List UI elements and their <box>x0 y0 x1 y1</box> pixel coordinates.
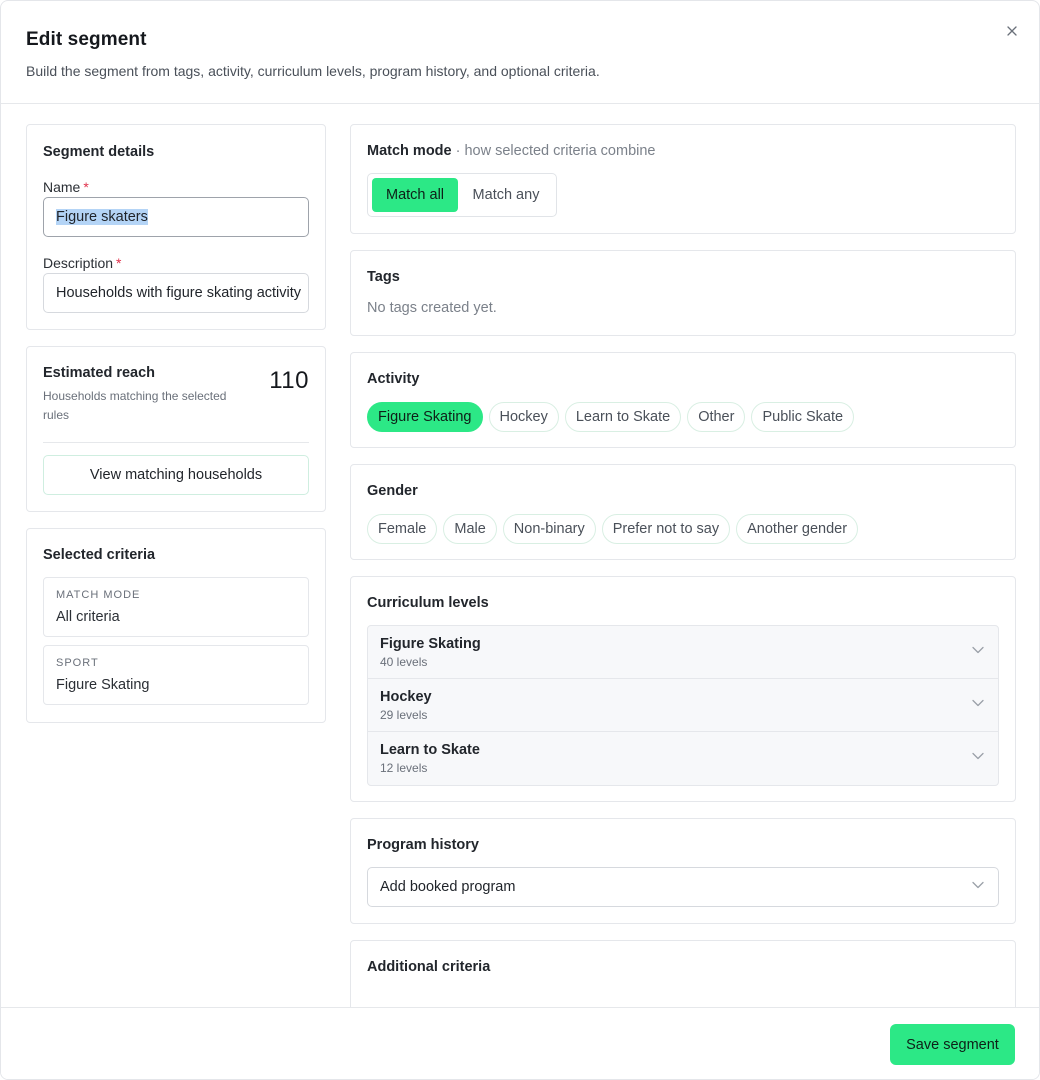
match-mode-hint: · how selected criteria combine <box>455 143 656 159</box>
modal-header: Edit segment Build the segment from tags… <box>1 1 1039 104</box>
view-matching-households-button[interactable]: View matching households <box>43 455 309 495</box>
required-marker: * <box>116 255 122 271</box>
activity-chip-public-skate[interactable]: Public Skate <box>751 402 855 432</box>
program-history-title: Program history <box>367 837 479 853</box>
gender-chips: Female Male Non-binary Prefer not to say… <box>367 514 859 544</box>
curriculum-count: 40 levels <box>380 655 428 669</box>
match-mode-title: Match mode · how selected criteria combi… <box>367 143 656 159</box>
name-input-value: Figure skaters <box>56 209 148 225</box>
criteria-item-match-mode: MATCH MODE All criteria <box>43 577 309 637</box>
gender-chip-non-binary[interactable]: Non-binary <box>502 514 596 544</box>
description-label-text: Description <box>43 255 114 271</box>
match-mode-toggle: Match all Match any <box>367 173 557 217</box>
curriculum-name: Hockey <box>380 689 432 705</box>
selected-criteria-title: Selected criteria <box>43 547 156 563</box>
modal-subtitle: Build the segment from tags, activity, c… <box>26 63 600 79</box>
description-label: Description * <box>43 255 121 271</box>
save-segment-button[interactable]: Save segment <box>890 1024 1015 1065</box>
estimated-reach-value: 110 <box>269 367 309 394</box>
description-input[interactable]: Households with figure skating activity <box>43 273 309 313</box>
criteria-value: Figure Skating <box>56 677 150 693</box>
curriculum-row-learn-to-skate[interactable]: Learn to Skate 12 levels <box>368 732 998 785</box>
match-mode-label: Match mode <box>367 143 452 159</box>
segment-details-title: Segment details <box>43 144 155 160</box>
gender-card: Gender Female Male Non-binary Prefer not… <box>350 464 1016 560</box>
curriculum-name: Learn to Skate <box>380 742 480 758</box>
estimated-reach-card: Estimated reach 110 Households matching … <box>26 346 326 512</box>
gender-chip-female[interactable]: Female <box>367 514 438 544</box>
curriculum-count: 12 levels <box>380 761 428 775</box>
description-input-value: Households with figure skating activity <box>56 285 302 301</box>
gender-chip-male[interactable]: Male <box>443 514 497 544</box>
name-input[interactable]: Figure skaters <box>43 197 309 237</box>
close-icon <box>1007 26 1017 36</box>
curriculum-levels-title: Curriculum levels <box>367 595 489 611</box>
chevron-down-icon <box>972 881 984 889</box>
tags-card: Tags No tags created yet. <box>350 250 1016 336</box>
curriculum-levels-card: Curriculum levels Figure Skating 40 leve… <box>350 576 1016 802</box>
criteria-item-sport: SPORT Figure Skating <box>43 645 309 705</box>
modal-footer: Save segment <box>1 1007 1039 1079</box>
name-label-text: Name <box>43 179 81 195</box>
activity-chip-figure-skating[interactable]: Figure Skating <box>367 402 483 432</box>
activity-chip-learn-to-skate[interactable]: Learn to Skate <box>564 402 682 432</box>
program-history-card: Program history Add booked program <box>350 818 1016 924</box>
criteria-key: SPORT <box>56 657 99 669</box>
curriculum-count: 29 levels <box>380 708 428 722</box>
tags-title: Tags <box>367 269 400 285</box>
estimated-reach-title: Estimated reach <box>43 365 156 381</box>
curriculum-row-figure-skating[interactable]: Figure Skating 40 levels <box>368 626 998 679</box>
selected-criteria-card: Selected criteria MATCH MODE All criteri… <box>26 528 326 723</box>
segment-details-card: Segment details Name * Figure skaters Des… <box>26 124 326 330</box>
divider <box>43 442 309 443</box>
chevron-down-icon <box>972 752 984 760</box>
gender-chip-another-gender[interactable]: Another gender <box>736 514 859 544</box>
activity-chip-hockey[interactable]: Hockey <box>488 402 559 432</box>
match-any-option[interactable]: Match any <box>460 178 552 212</box>
activity-card: Activity Figure Skating Hockey Learn to … <box>350 352 1016 448</box>
required-marker: * <box>83 179 89 195</box>
criteria-key: MATCH MODE <box>56 589 141 601</box>
additional-criteria-title: Additional criteria <box>367 959 491 975</box>
match-mode-card: Match mode · how selected criteria combi… <box>350 124 1016 234</box>
activity-chip-other[interactable]: Other <box>687 402 746 432</box>
criteria-value: All criteria <box>56 609 120 625</box>
modal-title: Edit segment <box>26 29 147 50</box>
curriculum-levels-list: Figure Skating 40 levels Hockey 29 level… <box>367 625 999 786</box>
match-all-option[interactable]: Match all <box>372 178 458 212</box>
chevron-down-icon <box>972 646 984 654</box>
chevron-down-icon <box>972 699 984 707</box>
add-booked-program-select[interactable]: Add booked program <box>367 867 999 907</box>
estimated-reach-description: Households matching the selected rules <box>43 389 227 422</box>
activity-title: Activity <box>367 371 420 387</box>
gender-chip-prefer-not-to-say[interactable]: Prefer not to say <box>601 514 731 544</box>
gender-title: Gender <box>367 483 418 499</box>
curriculum-row-hockey[interactable]: Hockey 29 levels <box>368 679 998 732</box>
edit-segment-modal: Edit segment Build the segment from tags… <box>0 0 1040 1080</box>
activity-chips: Figure Skating Hockey Learn to Skate Oth… <box>367 402 855 432</box>
curriculum-name: Figure Skating <box>380 636 481 652</box>
close-button[interactable] <box>1003 22 1021 40</box>
select-value: Add booked program <box>380 879 516 895</box>
name-label: Name * <box>43 179 89 195</box>
tags-empty-text: No tags created yet. <box>367 300 497 316</box>
